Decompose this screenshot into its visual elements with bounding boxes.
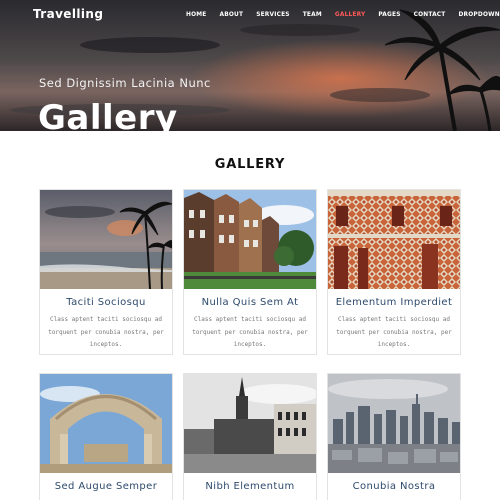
gallery-image-city-skyline[interactable] [328, 374, 460, 473]
card-caption[interactable]: Taciti Sociosqu [40, 297, 172, 308]
brand-logo[interactable]: Travelling [33, 7, 103, 21]
card-caption[interactable]: Nibh Elementum [184, 481, 316, 492]
gallery-image-ruins[interactable] [40, 374, 172, 473]
nav-team[interactable]: TEAM [303, 10, 322, 18]
nav-dropdown-label: DROPDOWN [458, 10, 500, 18]
card-caption[interactable]: Nulla Quis Sem At [184, 297, 316, 308]
nav-pages[interactable]: PAGES [378, 10, 400, 18]
gallery-card[interactable]: Sed Augue Semper [39, 373, 173, 500]
gallery-image-amsterdam[interactable] [184, 190, 316, 289]
gallery-card[interactable]: Taciti Sociosqu Class aptent taciti soci… [39, 189, 173, 355]
gallery-card[interactable]: Elementum Imperdiet Class aptent taciti … [327, 189, 461, 355]
gallery-image-palace[interactable] [184, 374, 316, 473]
hero-subtitle: Sed Dignissim Lacinia Nunc [39, 76, 211, 90]
nav-home[interactable]: HOME [186, 10, 206, 18]
gallery-card[interactable]: Nulla Quis Sem At Class aptent taciti so… [183, 189, 317, 355]
card-caption[interactable]: Elementum Imperdiet [328, 297, 460, 308]
card-description: Class aptent taciti sociosqu ad torquent… [192, 316, 308, 348]
gallery-image-beach[interactable] [40, 190, 172, 289]
gallery-card[interactable]: Conubia Nostra [327, 373, 461, 500]
gallery-image-facade[interactable] [328, 190, 460, 289]
card-description: Class aptent taciti sociosqu ad torquent… [48, 316, 164, 348]
gallery-card[interactable]: Nibh Elementum [183, 373, 317, 500]
nav-services[interactable]: SERVICES [256, 10, 290, 18]
page-title: Gallery [38, 98, 178, 131]
card-description: Class aptent taciti sociosqu ad torquent… [336, 316, 452, 348]
card-caption[interactable]: Conubia Nostra [328, 481, 460, 492]
main-nav: HOME ABOUT SERVICES TEAM GALLERY PAGES C… [186, 10, 500, 18]
nav-contact[interactable]: CONTACT [414, 10, 446, 18]
nav-dropdown[interactable]: DROPDOWN▾ [459, 10, 500, 18]
card-caption[interactable]: Sed Augue Semper [40, 481, 172, 492]
nav-gallery[interactable]: GALLERY [335, 10, 366, 18]
hero-banner: Travelling HOME ABOUT SERVICES TEAM GALL… [0, 0, 500, 131]
nav-about[interactable]: ABOUT [219, 10, 243, 18]
section-title: GALLERY [214, 157, 286, 172]
